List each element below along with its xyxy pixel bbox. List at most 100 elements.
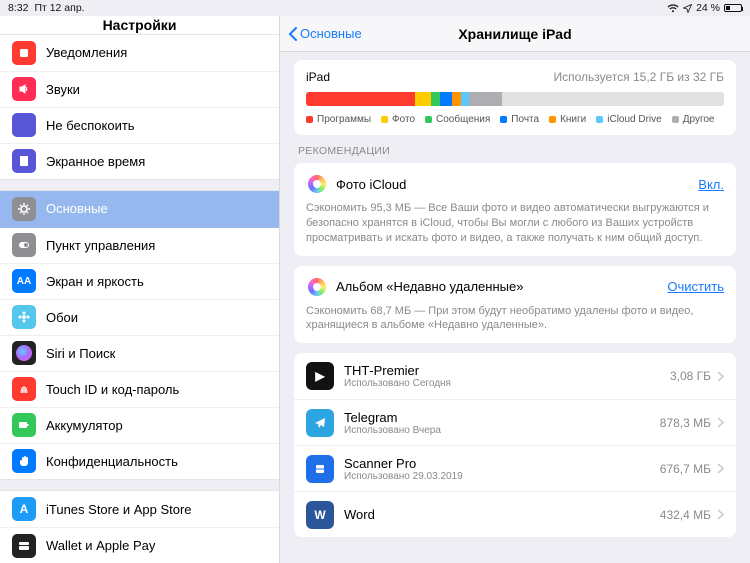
sidebar-item-4[interactable]: Siri и Поиск — [0, 335, 279, 371]
rec-title: Фото iCloud — [336, 177, 406, 192]
sidebar-item-3[interactable]: Обои — [0, 299, 279, 335]
location-icon — [683, 4, 692, 13]
storage-card: iPad Используется 15,2 ГБ из 32 ГБ Прогр… — [294, 60, 736, 135]
sidebar-item-icon — [12, 41, 36, 65]
battery-pct: 24 % — [696, 2, 720, 14]
chevron-left-icon — [288, 27, 298, 41]
storage-usage: Используется 15,2 ГБ из 32 ГБ — [554, 70, 724, 84]
sidebar-item-2[interactable]: Не беспокоить — [0, 107, 279, 143]
app-row[interactable]: Scanner ProИспользовано 29.03.2019676,7 … — [294, 445, 736, 491]
chevron-right-icon — [717, 417, 724, 428]
app-icon — [306, 409, 334, 437]
app-icon — [306, 455, 334, 483]
device-name: iPad — [306, 70, 330, 84]
app-name: Telegram — [344, 410, 660, 425]
legend-item: Другое — [672, 114, 715, 125]
app-row[interactable]: TelegramИспользовано Вчера878,3 МБ — [294, 399, 736, 445]
main-header: Основные Хранилище iPad — [280, 16, 750, 52]
battery-icon — [724, 4, 742, 12]
app-name: Word — [344, 507, 660, 522]
sidebar-item-label: Аккумулятор — [46, 418, 123, 433]
sidebar-item-icon — [12, 233, 36, 257]
legend-item: Фото — [381, 114, 415, 125]
sidebar-item-icon — [12, 149, 36, 173]
sidebar-item-label: Уведомления — [46, 45, 127, 60]
sidebar-item-icon — [12, 534, 36, 558]
sidebar-item-icon — [12, 305, 36, 329]
sidebar-item-0[interactable]: Основные — [0, 191, 279, 227]
sidebar-item-1[interactable]: Wallet и Apple Pay — [0, 527, 279, 563]
sidebar-item-1[interactable]: Пункт управления — [0, 227, 279, 263]
app-name: Scanner Pro — [344, 456, 660, 471]
app-name: ТНТ-Premier — [344, 363, 670, 378]
app-list: ▶ ТНТ-PremierИспользовано Сегодня3,08 ГБ T… — [294, 353, 736, 537]
sidebar-item-label: Основные — [46, 201, 108, 216]
sidebar-item-5[interactable]: Touch ID и код-пароль — [0, 371, 279, 407]
sidebar-item-0[interactable]: АiTunes Store и App Store — [0, 491, 279, 527]
main-scroll[interactable]: iPad Используется 15,2 ГБ из 32 ГБ Прогр… — [280, 52, 750, 563]
rec-title: Альбом «Недавно удаленные» — [336, 279, 523, 294]
sidebar-item-icon — [12, 77, 36, 101]
sidebar-item-label: Touch ID и код-пароль — [46, 382, 179, 397]
storage-bar — [306, 92, 724, 106]
rec-action[interactable]: Очистить — [667, 279, 724, 294]
sidebar-item-2[interactable]: AAЭкран и яркость — [0, 263, 279, 299]
legend-item: Сообщения — [425, 114, 490, 125]
app-icon: W — [306, 501, 334, 529]
wifi-icon — [667, 4, 679, 13]
photos-icon — [306, 276, 328, 298]
app-row[interactable]: W Word432,4 МБ — [294, 491, 736, 537]
sidebar-item-0[interactable]: Уведомления — [0, 35, 279, 71]
app-size: 878,3 МБ — [660, 416, 711, 430]
sidebar-item-label: Wallet и Apple Pay — [46, 538, 155, 553]
legend-item: Программы — [306, 114, 371, 125]
sidebar-item-label: Не беспокоить — [46, 118, 135, 133]
recommendation-card: Фото iCloud Вкл. Сэкономить 95,3 МБ — Все … — [294, 163, 736, 256]
back-button[interactable]: Основные — [280, 26, 370, 41]
legend-item: Книги — [549, 114, 586, 125]
sidebar-item-icon — [12, 377, 36, 401]
sidebar-item-7[interactable]: Конфиденциальность — [0, 443, 279, 479]
app-subtitle: Использовано 29.03.2019 — [344, 471, 660, 482]
sidebar-item-icon — [12, 113, 36, 137]
rec-description: Сэкономить 68,7 МБ — При этом будут необ… — [306, 304, 724, 334]
sidebar-item-icon: AA — [12, 269, 36, 293]
sidebar-item-icon: А — [12, 497, 36, 521]
app-subtitle: Использовано Вчера — [344, 425, 660, 436]
photos-icon — [306, 173, 328, 195]
sidebar-item-label: Пункт управления — [46, 238, 155, 253]
sidebar-item-label: Экранное время — [46, 154, 145, 169]
app-icon: ▶ — [306, 362, 334, 390]
legend-item: Почта — [500, 114, 539, 125]
recommendation-card: Альбом «Недавно удаленные» Очистить Сэконо… — [294, 266, 736, 344]
recommendations-label: РЕКОМЕНДАЦИИ — [298, 145, 732, 157]
chevron-right-icon — [717, 371, 724, 382]
app-size: 3,08 ГБ — [670, 369, 711, 383]
app-size: 432,4 МБ — [660, 508, 711, 522]
app-subtitle: Использовано Сегодня — [344, 378, 670, 389]
status-time: 8:32 — [8, 2, 28, 14]
app-row[interactable]: ▶ ТНТ-PremierИспользовано Сегодня3,08 ГБ — [294, 353, 736, 399]
sidebar-item-icon — [12, 413, 36, 437]
sidebar-item-icon — [12, 341, 36, 365]
storage-legend: Программы Фото Сообщения Почта Книги iCloud D… — [306, 114, 724, 125]
sidebar-item-label: iTunes Store и App Store — [46, 502, 192, 517]
sidebar-item-icon — [12, 197, 36, 221]
main-panel: Основные Хранилище iPad iPad Используетс… — [280, 16, 750, 563]
settings-sidebar: Настройки Уведомления Звуки Не беспокоить Э… — [0, 16, 280, 563]
sidebar-item-3[interactable]: Экранное время — [0, 143, 279, 179]
sidebar-item-label: Звуки — [46, 82, 80, 97]
sidebar-item-1[interactable]: Звуки — [0, 71, 279, 107]
legend-item: iCloud Drive — [596, 114, 661, 125]
sidebar-item-label: Конфиденциальность — [46, 454, 178, 469]
sidebar-title: Настройки — [0, 16, 279, 35]
sidebar-item-label: Siri и Поиск — [46, 346, 115, 361]
rec-action[interactable]: Вкл. — [698, 177, 724, 192]
back-label: Основные — [300, 26, 362, 41]
rec-description: Сэкономить 95,3 МБ — Все Ваши фото и вид… — [306, 201, 724, 246]
sidebar-item-label: Обои — [46, 310, 78, 325]
chevron-right-icon — [717, 463, 724, 474]
sidebar-item-icon — [12, 449, 36, 473]
sidebar-item-6[interactable]: Аккумулятор — [0, 407, 279, 443]
app-size: 676,7 МБ — [660, 462, 711, 476]
